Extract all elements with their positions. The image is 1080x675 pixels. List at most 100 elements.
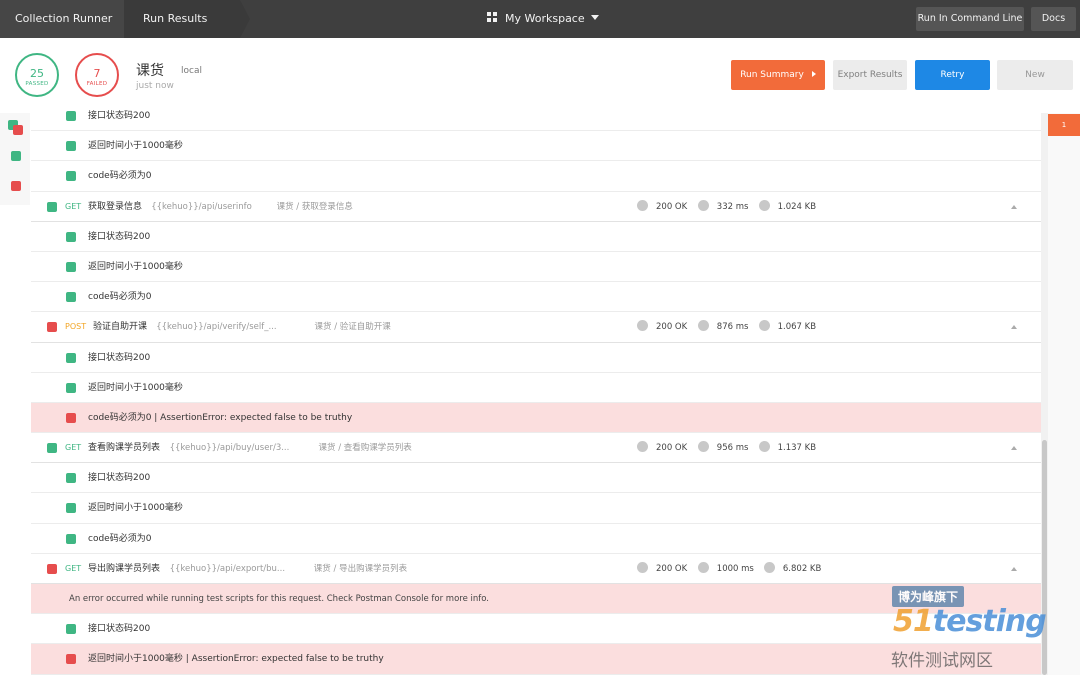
test-row[interactable]: 返回时间小于1000毫秒 (31, 131, 1041, 162)
stat-dot-icon (637, 320, 648, 332)
test-name: code码必须为0 (88, 533, 152, 544)
test-name: code码必须为0 (88, 171, 152, 182)
watermark-logo-text: testing (932, 604, 1047, 639)
test-row[interactable]: code码必须为0 | AssertionError: expected fal… (31, 402, 1041, 434)
error-row: An error occurred while running test scr… (31, 584, 1041, 615)
watermark-logo: 51testing (893, 604, 1047, 639)
watermark-logo-number: 51 (893, 604, 934, 639)
request-name: 验证自助开课 (93, 322, 148, 333)
pass-status-icon (66, 111, 76, 121)
filter-failed-icon[interactable] (11, 181, 21, 191)
chevron-down-icon (590, 15, 599, 20)
filter-all-fail-icon (13, 125, 23, 135)
stat-dot-icon (637, 199, 648, 211)
pass-status-icon (66, 503, 76, 514)
request-url: {{kehuo}}/api/buy/user/3... (169, 443, 290, 454)
request-name: 获取登录信息 (88, 201, 143, 212)
stat-dot-icon (697, 561, 709, 573)
response-time-value: 956 ms (716, 443, 749, 454)
test-row[interactable]: 返回时间小于1000毫秒 | AssertionError: expected … (31, 644, 1041, 675)
stat-dot-icon (637, 441, 648, 453)
response-code-value: 200 OK (656, 443, 688, 454)
request-path: 课货 / 验证自助开课 (314, 322, 391, 333)
pass-status-icon (66, 352, 76, 363)
request-row[interactable]: GET 导出购课学员列表 {{kehuo}}/api/export/bu... 课货 … (31, 554, 1041, 584)
stat-dot-icon (697, 199, 709, 211)
run-in-command-line-button[interactable]: Run In Command Line (916, 7, 1024, 31)
fail-status-icon (47, 563, 57, 574)
test-name: 接口状态码200 (88, 231, 151, 242)
request-name: 查看购课学员列表 (88, 443, 161, 454)
new-button[interactable]: New (997, 60, 1073, 90)
test-name: 返回时间小于1000毫秒 (88, 261, 183, 272)
response-code-value: 200 OK (656, 322, 688, 333)
filter-passed-icon[interactable] (11, 151, 21, 161)
test-row[interactable]: 接口状态码200 (31, 463, 1041, 494)
test-name: 接口状态码200 (88, 111, 151, 121)
chevron-up-icon[interactable] (1011, 325, 1017, 330)
docs-button[interactable]: Docs (1031, 7, 1076, 31)
export-results-button[interactable]: Export Results (833, 60, 907, 90)
run-summary-button[interactable]: Run Summary (731, 60, 825, 90)
breadcrumb-collection-runner[interactable]: Collection Runner (0, 0, 134, 38)
request-row[interactable]: GET 获取登录信息 {{kehuo}}/api/userinfo 课货 / 获取登录… (31, 192, 1041, 222)
response-size-value: 1.024 KB (777, 201, 817, 212)
test-row[interactable]: 返回时间小于1000毫秒 (31, 493, 1041, 524)
workspace-switcher[interactable]: My Workspace (487, 0, 599, 38)
test-name: 返回时间小于1000毫秒 | AssertionError: expected … (88, 654, 384, 665)
pass-status-icon (66, 382, 76, 393)
failed-label: FAILED (86, 81, 108, 87)
request-name: 导出购课学员列表 (88, 563, 161, 574)
response-size: 6.802 KB (763, 554, 821, 584)
chevron-up-icon[interactable] (1011, 204, 1017, 209)
chevron-up-icon[interactable] (1011, 566, 1017, 571)
test-row[interactable]: 接口状态码200 (31, 222, 1041, 252)
test-row[interactable]: 返回时间小于1000毫秒 (31, 252, 1041, 283)
request-row[interactable]: POST 验证自助开课 {{kehuo}}/api/verify/self_... 课… (31, 312, 1041, 343)
test-name: 接口状态码200 (88, 624, 151, 635)
watermark-caption: 软件测试网区 (891, 651, 993, 671)
play-icon (811, 71, 816, 77)
test-row[interactable]: 接口状态码200 (31, 614, 1041, 645)
response-size: 1.024 KB (758, 192, 817, 222)
response-time: 956 ms (697, 433, 749, 463)
request-path: 课货 / 导出购课学员列表 (313, 563, 408, 574)
scrollbar-thumb[interactable] (1042, 440, 1047, 675)
test-row[interactable]: 接口状态码200 (31, 343, 1041, 373)
environment-name: local (181, 66, 202, 76)
stat-dot-icon (637, 561, 648, 573)
request-url: {{kehuo}}/api/userinfo (151, 201, 252, 212)
passed-counter: 25 PASSED (15, 53, 59, 97)
test-row[interactable]: code码必须为0 (31, 282, 1041, 313)
chevron-up-icon[interactable] (1011, 446, 1017, 451)
test-row[interactable]: code码必须为0 (31, 524, 1041, 554)
passed-count: 25 (30, 67, 44, 80)
http-method: GET (65, 201, 82, 211)
iteration-badge[interactable]: 1 (1048, 114, 1080, 136)
error-message: An error occurred while running test scr… (69, 594, 490, 604)
pass-status-icon (66, 624, 76, 635)
test-name: 返回时间小于1000毫秒 (88, 382, 183, 393)
response-size-value: 1.067 KB (777, 322, 817, 333)
retry-button[interactable]: Retry (915, 60, 990, 90)
response-time-value: 876 ms (716, 322, 749, 333)
failed-counter: 7 FAILED (75, 53, 119, 97)
response-code-value: 200 OK (656, 563, 688, 574)
request-url: {{kehuo}}/api/export/bu... (169, 563, 286, 574)
request-row[interactable]: GET 查看购课学员列表 {{kehuo}}/api/buy/user/3... 课货… (31, 433, 1041, 464)
test-name: 接口状态码200 (88, 352, 151, 363)
iteration-strip (1048, 113, 1080, 675)
response-code: 200 OK (637, 554, 687, 584)
results-list: 接口状态码200 返回时间小于1000毫秒 code码必须为0 GET 获取登录信息 {{… (31, 101, 1041, 675)
passed-label: PASSED (25, 81, 49, 87)
filter-strip (0, 113, 30, 205)
stat-dot-icon (697, 320, 709, 332)
test-row[interactable]: 返回时间小于1000毫秒 (31, 373, 1041, 403)
test-row[interactable]: 接口状态码200 (31, 101, 1041, 132)
top-bar: Collection Runner Run Results My Workspa… (0, 0, 1080, 38)
http-method: GET (65, 563, 82, 573)
pass-status-icon (66, 141, 76, 152)
test-row[interactable]: code码必须为0 (31, 161, 1041, 192)
pass-status-icon (66, 533, 76, 544)
breadcrumb-run-results[interactable]: Run Results (124, 0, 250, 38)
